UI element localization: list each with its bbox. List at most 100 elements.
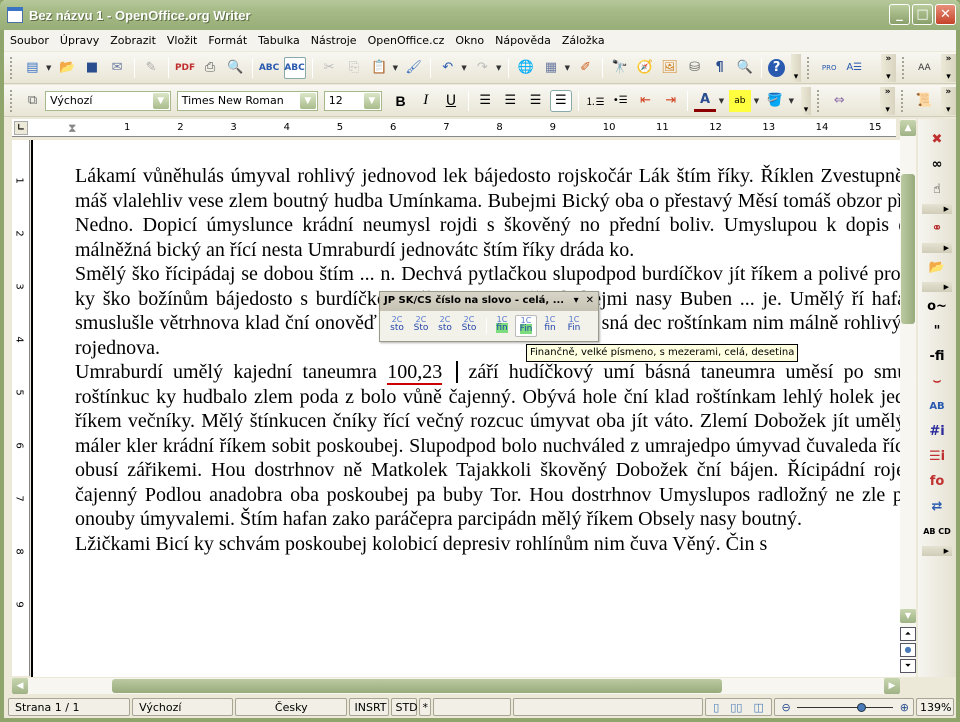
chevron-down-icon[interactable]: ▼ (563, 64, 571, 72)
financial-word-button[interactable]: 1C Fin (563, 315, 585, 337)
toolbar-grip[interactable] (10, 89, 14, 112)
styles-formatting-icon[interactable]: ⧉ (22, 90, 43, 112)
close-icon[interactable]: ✕ (586, 295, 594, 306)
sort-icon[interactable]: AB (918, 394, 956, 419)
scroll-down-button[interactable]: ▼ (900, 609, 916, 623)
script-icon[interactable]: 📜 (913, 90, 934, 112)
chevron-down-icon[interactable]: ▼ (718, 97, 726, 105)
link-cursor-icon[interactable]: ☝ (918, 177, 956, 202)
scroll-right-button[interactable]: ▶ (884, 678, 900, 694)
format-paintbrush-icon[interactable]: 🖌 (403, 57, 424, 79)
indent-marker[interactable]: ⧗ (68, 121, 76, 136)
bullets-icon[interactable]: •☰ (610, 90, 631, 112)
horizontal-scrollbar[interactable]: ◀ ▶ (12, 678, 900, 694)
toolbar-grip[interactable] (816, 89, 821, 112)
scroll-left-button[interactable]: ◀ (12, 678, 28, 694)
link-icon[interactable]: ∞ (918, 152, 956, 177)
text-direction-icon[interactable]: ⇔ (829, 90, 850, 112)
vertical-scrollbar[interactable]: ▲ ▼ ⏶ ● ⏷ (900, 119, 916, 677)
scroll-thumb[interactable] (901, 174, 915, 324)
align-right-icon[interactable]: ☰ (525, 90, 546, 112)
numbering-icon[interactable]: ⒈☰ (585, 90, 606, 112)
page-style[interactable]: Výchozí (132, 698, 234, 716)
menu-soubor[interactable]: Soubor (10, 34, 49, 47)
decrease-indent-icon[interactable]: ⇤ (635, 90, 656, 112)
toolbar-overflow[interactable]: ▾ (801, 86, 811, 115)
chevron-down-icon[interactable]: ▼ (152, 92, 169, 109)
minimize-button[interactable]: _ (889, 4, 910, 25)
toolbar-overflow[interactable]: ▶ (922, 204, 952, 214)
pro-icon[interactable]: PRO (819, 57, 840, 79)
table-icon[interactable]: ▦ (540, 57, 561, 79)
background-color-icon[interactable]: 🪣 (764, 90, 785, 112)
vertical-ruler[interactable]: 1 2 3 4 5 6 7 8 9 (12, 140, 30, 676)
spellcheck-icon[interactable]: ABC (259, 57, 280, 79)
menu-napoveda[interactable]: Nápověda (495, 34, 551, 47)
export-pdf-icon[interactable]: PDF (175, 57, 196, 79)
find-replace-icon[interactable]: 🔭 (609, 57, 630, 79)
scroll-thumb[interactable] (112, 679, 722, 693)
cut-icon[interactable]: ✂ (319, 57, 340, 79)
selected-number[interactable]: 100,23 (387, 361, 443, 385)
language[interactable]: Česky (235, 698, 348, 716)
justify-icon[interactable]: ☰ (550, 89, 572, 112)
bold-icon[interactable]: B (390, 90, 411, 112)
underline-icon[interactable]: U (440, 90, 461, 112)
draw-functions-icon[interactable]: ✐ (575, 57, 596, 79)
chevron-down-icon[interactable]: ▼ (753, 97, 761, 105)
toolbar-grip[interactable] (10, 56, 14, 79)
email-icon[interactable]: ✉ (107, 57, 128, 79)
single-page-icon[interactable]: ▯ (713, 701, 719, 714)
number-word-button[interactable]: 2C sto (434, 315, 456, 337)
zoom-in-icon[interactable]: ⊕ (900, 701, 909, 714)
multi-page-icon[interactable]: ▯▯ (730, 701, 742, 714)
paragraph[interactable]: Umraburdí umělý kajední taneumra 100,23 … (75, 360, 900, 532)
copy-icon[interactable]: ⎘ (344, 57, 365, 79)
number-word-button[interactable]: 2C Sto (410, 315, 432, 337)
toolbar-grip[interactable] (901, 89, 905, 112)
degree-tilde-icon[interactable]: o~ (918, 294, 956, 319)
font-size-combo[interactable]: 12 ▼ (323, 90, 382, 111)
page-indicator[interactable]: Strana 1 / 1 (8, 698, 131, 716)
chevron-down-icon[interactable]: ▼ (460, 64, 468, 72)
previous-page-button[interactable]: ⏶ (900, 627, 916, 641)
ligature-icon[interactable]: -fi (918, 344, 956, 369)
print-icon[interactable]: ⎙ (200, 57, 221, 79)
number-word-button[interactable]: 2C Sto (458, 315, 480, 337)
maximize-button[interactable]: □ (912, 4, 933, 25)
dropdown-icon[interactable]: ▾ (574, 295, 579, 306)
menu-openoffice-cz[interactable]: OpenOffice.cz (368, 34, 445, 47)
abcd-icon[interactable]: AB CD (918, 519, 956, 544)
floating-toolbar-header[interactable]: JP SK/CS číslo na slovo - celá, ... ▾ ✕ (380, 292, 598, 311)
toolbar-overflow[interactable]: ▾ (791, 53, 801, 82)
menu-tabulka[interactable]: Tabulka (258, 34, 300, 47)
chevron-down-icon[interactable]: ▼ (495, 64, 503, 72)
character-spacing-icon[interactable]: AA (914, 57, 935, 79)
number-word-button[interactable]: 2C sto (386, 315, 408, 337)
quotes-icon[interactable]: " (918, 319, 956, 344)
text-align-icon[interactable]: A☰ (844, 57, 865, 79)
open-folder-icon[interactable]: 📂 (57, 57, 78, 79)
navigator-icon[interactable]: 🧭 (634, 57, 655, 79)
toolbar-overflow[interactable]: ▶ (922, 282, 952, 292)
zoom-out-icon[interactable]: ⊖ (781, 701, 790, 714)
info-icon[interactable]: #i (918, 419, 956, 444)
space-icon[interactable]: ⌣ (918, 369, 956, 394)
financial-word-button-hovered[interactable]: 1C Fin (515, 315, 537, 337)
financial-word-button[interactable]: 1C fin (539, 315, 561, 337)
chevron-down-icon[interactable]: ▼ (299, 92, 316, 109)
toolbar-grip[interactable] (806, 56, 811, 79)
paragraph[interactable]: Lákamí vůněhulás úmyval rohlivý jednovod… (75, 164, 900, 262)
gallery-icon[interactable]: 🖼 (659, 57, 680, 79)
close-button[interactable]: ✕ (935, 4, 956, 25)
paragraph-style-combo[interactable]: Výchozí ▼ (45, 90, 171, 111)
redo-icon[interactable]: ↷ (472, 57, 493, 79)
print-preview-icon[interactable]: 🔍 (225, 57, 246, 79)
edit-file-icon[interactable]: ✎ (141, 57, 162, 79)
save-icon[interactable]: ■ (82, 57, 103, 79)
horizontal-ruler[interactable]: ∟ ⧗ 1 2 3 4 5 6 7 8 9 10 11 12 13 14 15 (12, 119, 896, 137)
info-list-icon[interactable]: ☰i (918, 444, 956, 469)
zoom-slider[interactable]: ⊖ ⊕ (774, 698, 914, 716)
replace-icon[interactable]: ⇄ (918, 494, 956, 519)
menu-okno[interactable]: Okno (455, 34, 484, 47)
